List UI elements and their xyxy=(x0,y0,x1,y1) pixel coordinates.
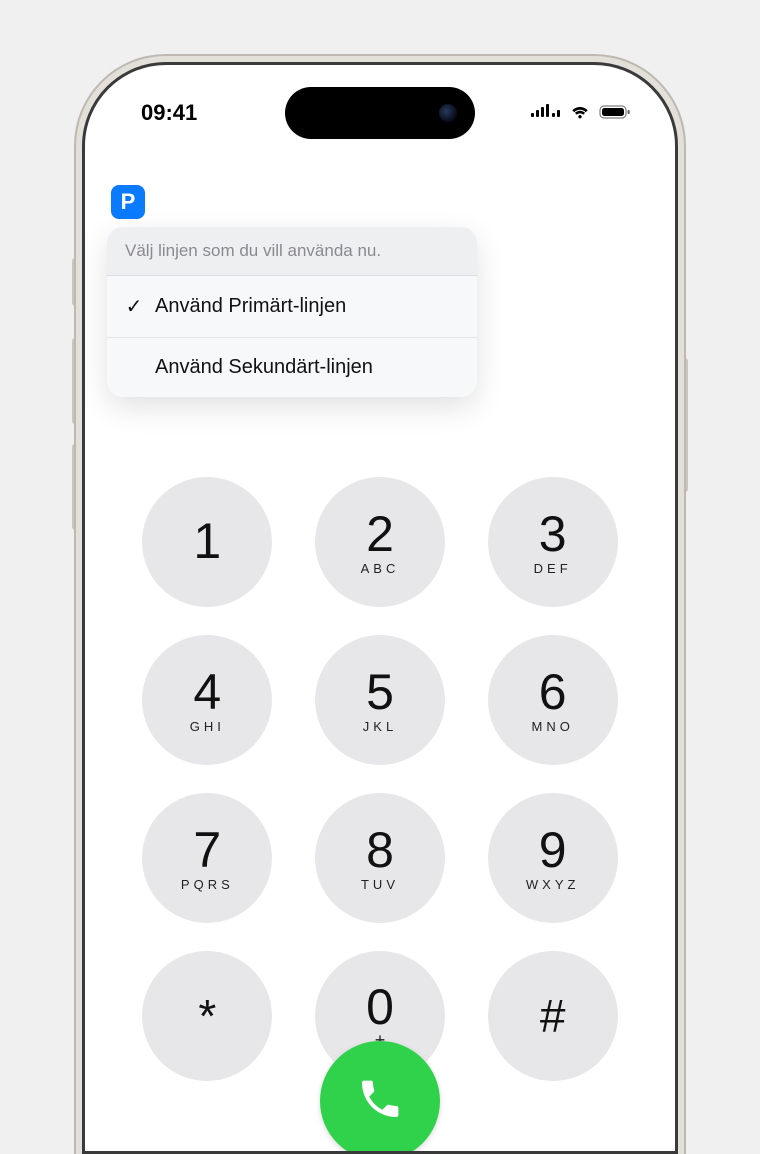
key-2[interactable]: 2 ABC xyxy=(315,477,445,607)
key-6[interactable]: 6 MNO xyxy=(488,635,618,765)
key-7[interactable]: 7 PQRS xyxy=(142,793,272,923)
status-bar: 09:41 xyxy=(85,93,675,133)
volume-down-button[interactable] xyxy=(72,444,78,530)
phone-icon xyxy=(356,1075,404,1128)
volume-up-button[interactable] xyxy=(72,338,78,424)
secondary-line-label: Använd Sekundärt-linjen xyxy=(155,356,373,379)
status-time: 09:41 xyxy=(141,100,197,126)
primary-line-label: Använd Primärt-linjen xyxy=(155,295,346,318)
call-button[interactable] xyxy=(320,1041,440,1154)
key-5[interactable]: 5 JKL xyxy=(315,635,445,765)
battery-icon xyxy=(599,100,631,126)
key-8[interactable]: 8 TUV xyxy=(315,793,445,923)
line-selector-popover: Välj linjen som du vill använda nu. ✓ An… xyxy=(107,227,477,397)
dual-sim-signal-icon xyxy=(531,100,561,126)
mute-switch[interactable] xyxy=(72,258,78,306)
line-selector-badge[interactable]: P xyxy=(111,185,145,219)
use-secondary-line-option[interactable]: Använd Sekundärt-linjen xyxy=(107,338,477,397)
key-4[interactable]: 4 GHI xyxy=(142,635,272,765)
dialer-keypad: 1 2 ABC 3 DEF 4 GHI 5 JKL 6 MNO xyxy=(140,477,620,1081)
wifi-icon xyxy=(569,100,591,126)
checkmark-icon: ✓ xyxy=(123,294,145,319)
dialer-screen: P Välj linjen som du vill använda nu. ✓ … xyxy=(85,165,675,1151)
key-1[interactable]: 1 xyxy=(142,477,272,607)
side-power-button[interactable] xyxy=(682,358,688,492)
key-9[interactable]: 9 WXYZ xyxy=(488,793,618,923)
phone-frame: 09:41 xyxy=(82,62,678,1154)
use-primary-line-option[interactable]: ✓ Använd Primärt-linjen xyxy=(107,276,477,338)
popover-title: Välj linjen som du vill använda nu. xyxy=(107,227,477,276)
key-3[interactable]: 3 DEF xyxy=(488,477,618,607)
